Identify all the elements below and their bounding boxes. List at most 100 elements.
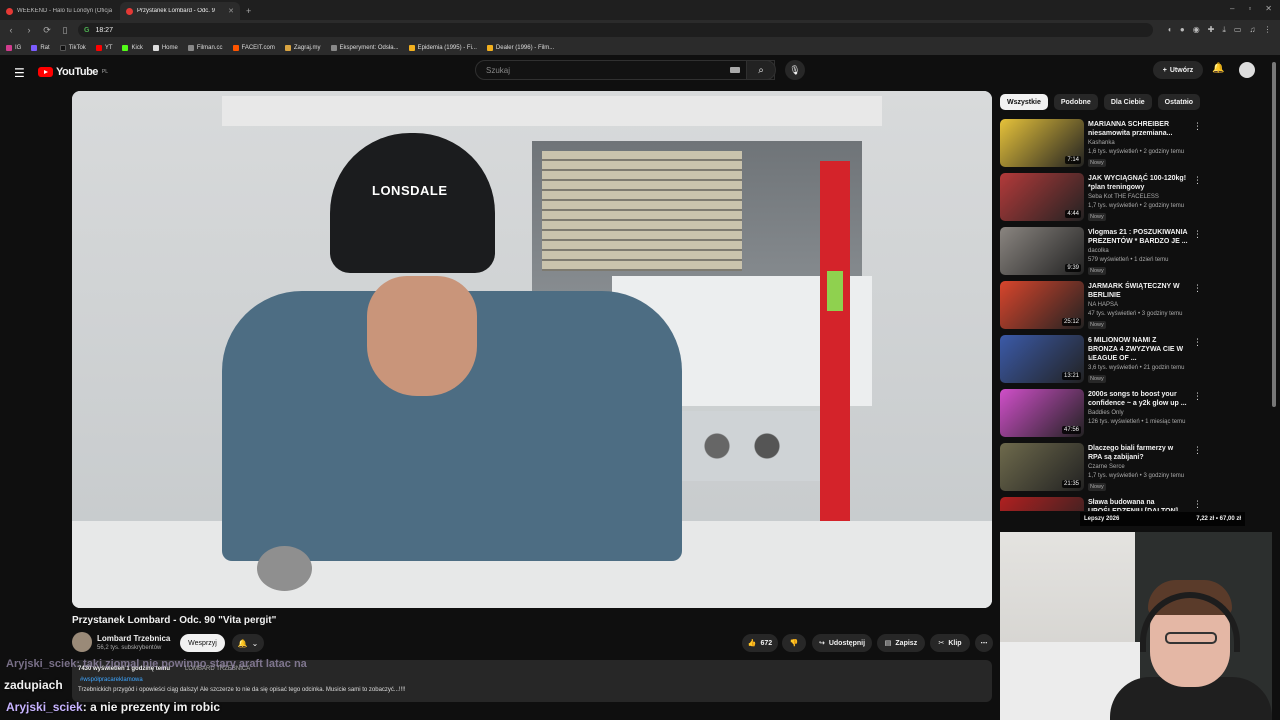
more-options-icon[interactable]: ⋮ [1193, 175, 1202, 186]
video-player[interactable]: LONSDALE [72, 91, 992, 608]
recommendation-title[interactable]: MARIANNA SCHREIBER niesamowita przemiana… [1088, 120, 1188, 138]
recommendation-channel[interactable]: Seba Kot THE FACELESS [1088, 194, 1159, 200]
video-thumbnail[interactable]: 13:21 [1000, 335, 1084, 383]
recommendation-channel[interactable]: NA HAPSA [1088, 302, 1118, 308]
video-thumbnail[interactable]: 25:12 [1000, 281, 1084, 329]
video-thumbnail[interactable]: 9:39 [1000, 227, 1084, 275]
extension-icon[interactable]: ◖ [1167, 25, 1172, 35]
more-options-icon[interactable]: ⋮ [1193, 283, 1202, 294]
back-icon[interactable]: ‹ [6, 25, 16, 35]
recommendation-item[interactable]: 7:14 MARIANNA SCHREIBER niesamowita przem… [1000, 119, 1240, 169]
menu-dots-icon[interactable]: ⋮ [1263, 25, 1271, 35]
recommendation-item[interactable]: 47:56 2000s songs to boost your confidenc… [1000, 389, 1240, 439]
save-button[interactable]: ▤ Zapisz [877, 634, 925, 652]
create-button[interactable]: + Utwórz [1153, 61, 1203, 79]
new-tab-button[interactable]: + [240, 2, 257, 20]
more-actions-button[interactable]: ⋯ [975, 634, 993, 652]
hashtag-link[interactable]: #współpracareklamowa [80, 677, 143, 683]
recommendation-item[interactable]: 25:12 JARMARK ŚWIĄTECZNY W BERLINIE NA HAP… [1000, 281, 1240, 331]
reload-icon[interactable]: ⟳ [42, 25, 52, 36]
more-options-icon[interactable]: ⋮ [1193, 391, 1202, 402]
clip-button[interactable]: ✂ Klip [930, 634, 970, 652]
bookmark-item[interactable]: Filman.cc [187, 44, 223, 51]
extension-icon[interactable]: ● [1180, 25, 1185, 35]
bookmark-item[interactable]: Kick [122, 44, 143, 51]
kick-icon [122, 44, 129, 51]
recommendation-title[interactable]: JARMARK ŚWIĄTECZNY W BERLINIE [1088, 282, 1188, 300]
video-thumbnail[interactable]: 21:35 [1000, 443, 1084, 491]
account-avatar[interactable] [1239, 62, 1255, 78]
bookmark-item[interactable]: Dealer (1996) - Film... [486, 44, 554, 51]
video-thumbnail[interactable] [1000, 497, 1084, 511]
youtube-logo[interactable]: YouTube PL [38, 66, 108, 78]
cast-icon[interactable]: ▭ [1234, 25, 1242, 35]
channel-name[interactable]: Lombard Trzebnica [97, 634, 170, 643]
notifications-bell-icon[interactable]: 🔔 [1212, 63, 1224, 74]
search-button[interactable]: ⌕ [746, 60, 776, 80]
bookmark-item[interactable]: Rat [31, 44, 50, 51]
chevron-right-icon[interactable]: › [1184, 96, 1187, 107]
dislike-button[interactable]: 👎 [782, 634, 806, 652]
bookmark-item[interactable]: YT [95, 44, 112, 51]
keyboard-icon[interactable] [730, 67, 740, 73]
recommendation-title[interactable]: Vlogmas 21 : POSZUKIWANIA PREZENTÓW * BA… [1088, 228, 1188, 246]
omnibox[interactable]: G 18:27 [78, 23, 1153, 37]
share-button[interactable]: ↪ Udostępnij [812, 634, 872, 652]
subscription-bell-button[interactable]: 🔔 ⌄ [232, 634, 264, 652]
more-options-icon[interactable]: ⋮ [1193, 121, 1202, 132]
recommendation-title[interactable]: JAK WYCIĄGNĄĆ 100-120kg! *plan treningow… [1088, 174, 1188, 192]
video-thumbnail[interactable]: 4:44 [1000, 173, 1084, 221]
bookmark-item[interactable]: Home [152, 44, 178, 51]
chip-recent[interactable]: Ostatnio [1157, 94, 1201, 110]
video-thumbnail[interactable]: 47:56 [1000, 389, 1084, 437]
forward-icon[interactable]: › [24, 25, 34, 35]
like-button[interactable]: 👍 672 [742, 634, 778, 652]
music-icon[interactable]: ♫ [1249, 25, 1255, 35]
recommendation-item[interactable]: 13:21 6 MILIONOW NAMI Z BRONZA 4 ZWYZYWA … [1000, 335, 1240, 385]
recommendation-title[interactable]: Dlaczego biali farmerzy w RPA są zabijan… [1088, 444, 1188, 462]
recommendation-item[interactable]: 4:44 JAK WYCIĄGNĄĆ 100-120kg! *plan treni… [1000, 173, 1240, 223]
video-thumbnail[interactable]: 7:14 [1000, 119, 1084, 167]
extension-icon[interactable]: ◉ [1193, 25, 1200, 35]
scrollbar[interactable] [1272, 62, 1276, 407]
browser-tab-2[interactable]: Przystanek Lombard - Odc. 9 ✕ [120, 2, 240, 20]
recommendation-channel[interactable]: Kashanka [1088, 140, 1115, 146]
bookmark-item[interactable]: FACEIT.com [232, 44, 275, 51]
channel-avatar[interactable] [72, 632, 92, 652]
more-options-icon[interactable]: ⋮ [1193, 229, 1202, 240]
recommendation-title[interactable]: 6 MILIONOW NAMI Z BRONZA 4 ZWYZYWA CIE W… [1088, 336, 1188, 363]
download-icon[interactable]: ⤓ [1222, 25, 1226, 35]
chip-related[interactable]: Podobne [1053, 94, 1098, 110]
support-button[interactable]: Wesprzyj [180, 634, 225, 652]
bookmark-item[interactable]: TikTok [59, 44, 86, 51]
recommendation-channel[interactable]: Czarne Serce [1088, 464, 1125, 470]
recommendation-item[interactable]: 21:35 Dlaczego biali farmerzy w RPA są za… [1000, 443, 1240, 493]
recommendation-channel[interactable]: Nil [1088, 356, 1095, 362]
voice-search-button[interactable]: 🎙 [785, 60, 805, 80]
more-options-icon[interactable]: ⋮ [1193, 337, 1202, 348]
bookmark-item[interactable]: Epidemia (1995) - Fi... [408, 44, 477, 51]
close-tab-icon[interactable]: ✕ [228, 7, 234, 15]
maximize-icon[interactable]: ▫ [1248, 4, 1251, 13]
bookmark-item[interactable]: Zagraj.my [284, 44, 321, 51]
bookmark-icon[interactable]: ▯ [60, 25, 70, 36]
bookmark-icon [284, 44, 291, 51]
browser-tab-1[interactable]: WEEKEND - Halo tu Londyn (Oficjaln [0, 2, 120, 20]
recommendation-channel[interactable]: Baddies Only [1088, 410, 1124, 416]
chip-all[interactable]: Wszystkie [1000, 94, 1048, 110]
recommendation-title[interactable]: 2000s songs to boost your confidence ~ a… [1088, 390, 1188, 408]
hamburger-menu-icon[interactable]: ☰ [14, 66, 25, 80]
puzzle-icon[interactable]: ✚ [1208, 25, 1215, 35]
recommendation-item[interactable]: 9:39 Vlogmas 21 : POSZUKIWANIA PREZENTÓW … [1000, 227, 1240, 277]
more-options-icon[interactable]: ⋮ [1193, 499, 1202, 510]
ticker-left: Lepszy 2026 [1084, 516, 1120, 522]
recommendation-item[interactable]: Sława budowana na UPOŚLEDZENIU [DALTON] ⋮ [1000, 497, 1240, 511]
chip-for-you[interactable]: Dla Ciebie [1103, 94, 1152, 110]
more-options-icon[interactable]: ⋮ [1193, 445, 1202, 456]
minimize-icon[interactable]: – [1230, 4, 1234, 13]
bookmark-item[interactable]: Eksperyment: Odsła... [330, 44, 399, 51]
bookmark-item[interactable]: IG [6, 44, 21, 51]
recommendation-channel[interactable]: dacolka [1088, 248, 1109, 254]
close-window-icon[interactable]: ✕ [1265, 4, 1272, 13]
recommendation-title[interactable]: Sława budowana na UPOŚLEDZENIU [DALTON] [1088, 498, 1188, 511]
